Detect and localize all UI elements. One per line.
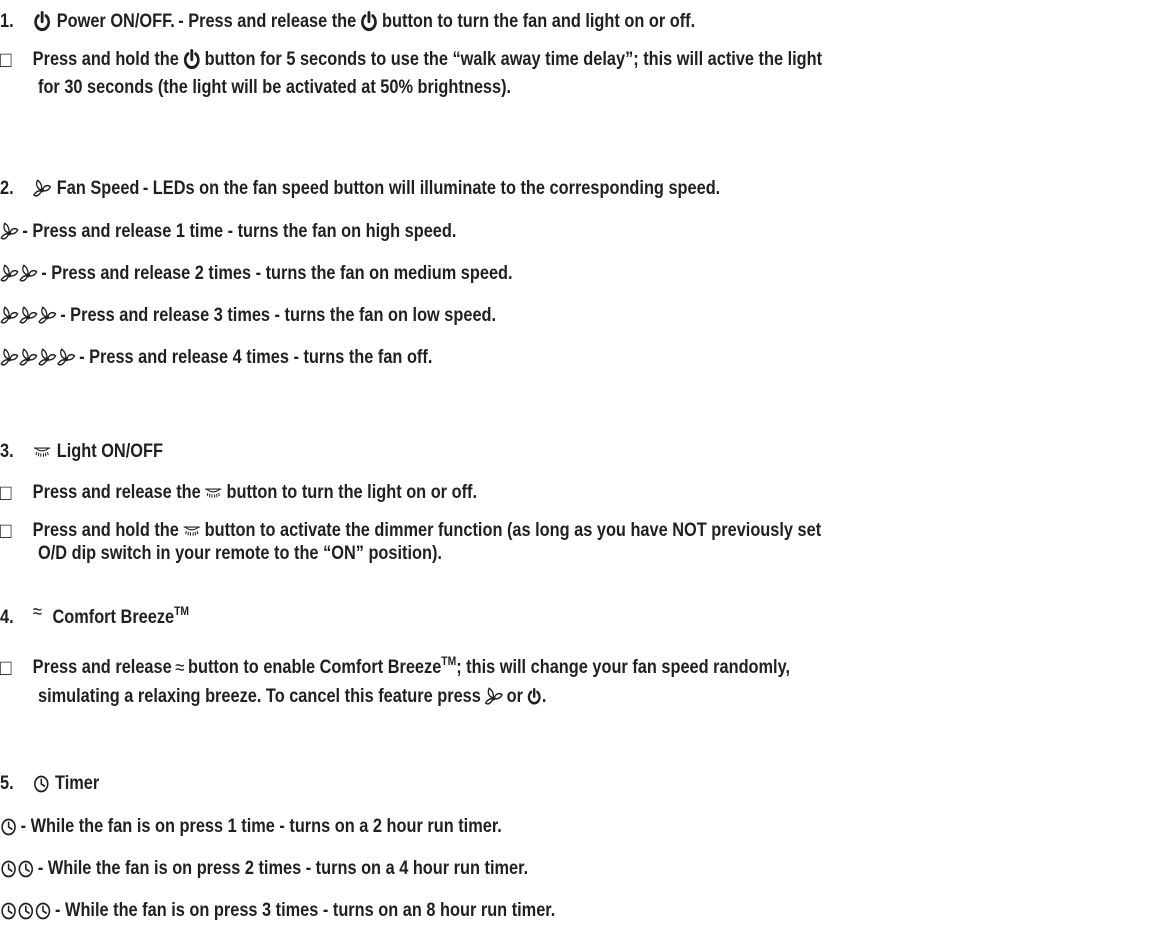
power-icon: [182, 49, 201, 71]
fan-icon: [57, 347, 76, 369]
section-intro: - LEDs on the fan speed button will illu…: [142, 178, 721, 199]
bullet-text: button to turn the light on or off.: [226, 482, 477, 503]
list-item: - While the fan is on press 2 times - tu…: [0, 857, 528, 881]
list-item-text: - While the fan is on press 3 times - tu…: [55, 900, 556, 921]
bullet-item: □ Press and release the button to turn t…: [0, 481, 477, 505]
section-intro: - Press and release the: [178, 11, 357, 32]
section-1-heading: 1. Power ON/OFF. - Press and release the…: [0, 10, 695, 34]
fan-icon: [38, 347, 57, 369]
breeze-icon: ≈: [32, 601, 43, 623]
list-item: - While the fan is on press 1 time - tur…: [0, 815, 502, 839]
bullet-text: ; this will change your fan speed random…: [456, 657, 791, 678]
fan-icon: [484, 686, 503, 708]
fan-icon: [0, 305, 19, 327]
bullet-item: □ Press and hold the button for 5 second…: [0, 48, 822, 72]
power-icon: [526, 688, 541, 706]
timer-icon: [0, 901, 17, 921]
section-title: Power ON/OFF.: [56, 11, 175, 32]
bullet-text: Press and release: [32, 657, 172, 678]
bullet-item-continued: simulating a relaxing breeze. To cancel …: [38, 685, 546, 709]
list-item: - Press and release 2 times - turns the …: [0, 262, 513, 286]
power-icon: [33, 11, 52, 33]
section-title: Timer: [55, 773, 100, 794]
list-item-text: - Press and release 4 times - turns the …: [79, 347, 433, 368]
fan-icon: [0, 347, 19, 369]
fan-icon: [33, 178, 52, 200]
bullet-item-continued: for 30 seconds (the light will be activa…: [38, 76, 511, 100]
bullet-text: button to activate the dimmer function (…: [204, 520, 822, 541]
fan-icon: [38, 305, 57, 327]
bullet-text: button to enable Comfort Breeze: [188, 657, 442, 678]
list-item: - Press and release 4 times - turns the …: [0, 346, 432, 370]
section-number: 1.: [0, 11, 14, 32]
section-number: 2.: [0, 178, 14, 199]
bullet-text: O/D dip switch in your remote to the “ON…: [38, 543, 442, 564]
breeze-icon: ≈: [175, 657, 185, 679]
section-title: Fan Speed: [56, 178, 140, 199]
light-icon: [33, 445, 52, 459]
bullet-box-icon: □: [0, 47, 12, 72]
section-number: 4.: [0, 607, 14, 628]
trademark-mark: TM: [441, 654, 457, 668]
bullet-text: Press and hold the: [32, 49, 179, 70]
bullet-item: □ Press and release ≈ button to enable C…: [0, 654, 791, 680]
section-title: Light ON/OFF: [56, 441, 163, 462]
list-item-text: - Press and release 3 times - turns the …: [60, 305, 497, 326]
section-number: 3.: [0, 441, 14, 462]
timer-icon: [0, 859, 17, 879]
bullet-text: Press and release the: [32, 482, 201, 503]
list-item-text: - Press and release 2 times - turns the …: [41, 263, 513, 284]
bullet-item-continued: O/D dip switch in your remote to the “ON…: [38, 542, 442, 566]
fan-icon: [19, 305, 38, 327]
bullet-text: or: [506, 686, 523, 707]
fan-icon: [0, 221, 19, 243]
bullet-box-icon: □: [0, 480, 12, 505]
list-item-text: - While the fan is on press 2 times - tu…: [37, 858, 529, 879]
trademark-mark: TM: [174, 604, 190, 618]
list-item: - Press and release 1 time - turns the f…: [0, 220, 456, 244]
section-4-heading: 4. ≈ Comfort Breeze TM: [0, 601, 189, 630]
bullet-box-icon: □: [0, 655, 12, 680]
list-item-text: - While the fan is on press 1 time - tur…: [20, 816, 502, 837]
list-item: - While the fan is on press 3 times - tu…: [0, 899, 555, 923]
timer-icon: [0, 817, 17, 837]
fan-icon: [0, 263, 19, 285]
bullet-text: .: [541, 686, 547, 707]
timer-icon: [34, 901, 51, 921]
section-2-heading: 2. Fan Speed - LEDs on the fan speed but…: [0, 177, 720, 201]
bullet-text: simulating a relaxing breeze. To cancel …: [38, 686, 481, 707]
bullet-text: for 30 seconds (the light will be activa…: [38, 77, 512, 98]
light-icon: [204, 486, 223, 500]
bullet-text: button for 5 seconds to use the “walk aw…: [204, 49, 823, 70]
section-3-heading: 3. Light ON/OFF: [0, 440, 163, 464]
list-item: - Press and release 3 times - turns the …: [0, 304, 496, 328]
bullet-item: □ Press and hold the button to activate …: [0, 519, 821, 543]
list-item-text: - Press and release 1 time - turns the f…: [22, 221, 457, 242]
bullet-box-icon: □: [0, 518, 12, 543]
section-intro-tail: button to turn the fan and light on or o…: [382, 11, 696, 32]
fan-icon: [19, 263, 38, 285]
timer-icon: [17, 901, 34, 921]
section-title: Comfort Breeze: [52, 607, 175, 628]
instruction-document: 1. Power ON/OFF. - Press and release the…: [0, 0, 1152, 938]
section-5-heading: 5. Timer: [0, 772, 99, 796]
bullet-text: Press and hold the: [32, 520, 179, 541]
power-icon: [360, 11, 379, 33]
fan-icon: [19, 347, 38, 369]
timer-icon: [17, 859, 34, 879]
light-icon: [182, 524, 201, 538]
timer-icon: [33, 774, 50, 794]
section-number: 5.: [0, 773, 14, 794]
